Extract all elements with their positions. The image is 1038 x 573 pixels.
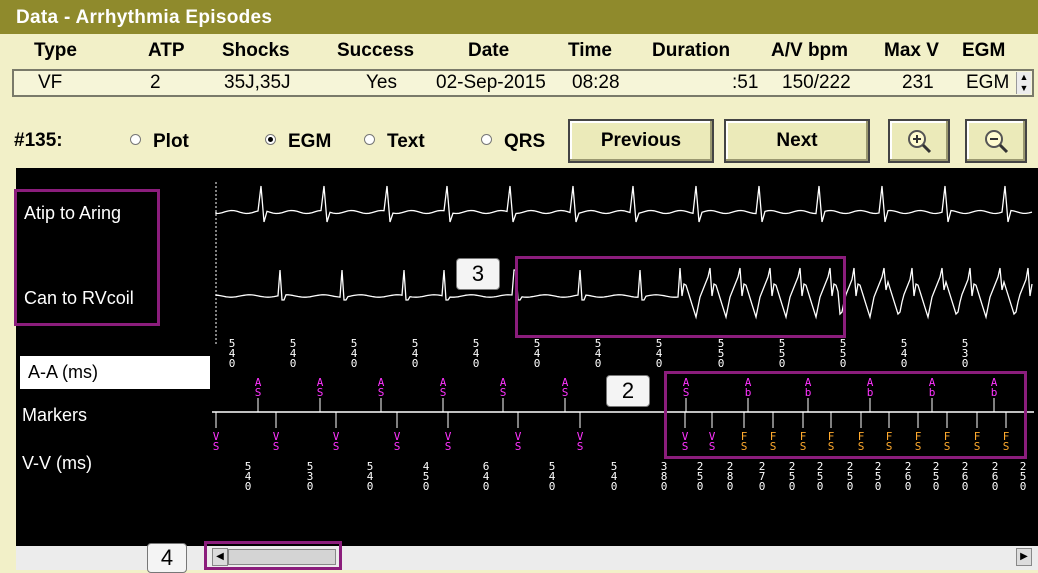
vv-interval-value: 250 [789,460,796,493]
vv-interval-value: 540 [367,460,374,493]
vv-interval-value: 250 [697,460,704,493]
aa-interval-value: 540 [534,337,541,370]
vv-interval-value: 540 [245,460,252,493]
vv-interval-value: 280 [727,460,734,493]
ventricular-marker: VS [577,430,584,453]
ventricular-marker: VS [273,430,280,453]
vf-onset-highlight [515,256,846,338]
aa-interval-value: 540 [901,337,908,370]
aa-interval-value: 540 [290,337,297,370]
vv-interval-value: 250 [933,460,940,493]
aa-interval-value: 540 [595,337,602,370]
callout-4: 4 [147,543,187,573]
aa-interval-value: 540 [656,337,663,370]
scrollbar-highlight [204,541,342,570]
ventricular-marker: VS [213,430,220,453]
vv-interval-value: 260 [905,460,912,493]
aa-interval-value: 540 [351,337,358,370]
aa-interval-value: 540 [473,337,480,370]
markers-label: Markers [22,405,88,425]
vv-interval-value: 540 [549,460,556,493]
atrial-marker: AS [440,376,447,399]
vv-interval-value: 260 [962,460,969,493]
vv-interval-value: 380 [661,460,668,493]
vv-interval-value: 250 [875,460,882,493]
atrial-marker: AS [378,376,385,399]
atrial-egm-trace [215,185,1033,223]
ventricular-marker: VS [515,430,522,453]
aa-interval-value: 550 [840,337,847,370]
callout-2: 2 [606,375,650,407]
aa-interval-value: 550 [779,337,786,370]
vv-interval-value: 250 [847,460,854,493]
channel-labels-highlight [14,189,160,326]
ventricular-marker: VS [394,430,401,453]
atrial-marker: AS [317,376,324,399]
vv-interval-value: 540 [611,460,618,493]
vv-interval-value: 640 [483,460,490,493]
scroll-right-icon[interactable]: ▶ [1016,548,1032,566]
vv-interval-value: 530 [307,460,314,493]
aa-interval-label: A-A (ms) [20,356,210,389]
vv-interval-value: 270 [759,460,766,493]
vv-interval-value: 250 [817,460,824,493]
atrial-marker: AS [500,376,507,399]
aa-interval-value: 530 [962,337,969,370]
vv-interval-label: V-V (ms) [22,453,92,473]
callout-3: 3 [456,258,500,290]
ventricular-marker: VS [445,430,452,453]
aa-interval-value: 540 [412,337,419,370]
vv-interval-value: 250 [1020,460,1027,493]
atrial-marker: AS [562,376,569,399]
aa-interval-value: 550 [718,337,725,370]
aa-interval-value: 540 [229,337,236,370]
vv-interval-value: 260 [992,460,999,493]
vv-interval-value: 450 [423,460,430,493]
ventricular-marker: VS [333,430,340,453]
atrial-marker: AS [255,376,262,399]
vf-markers-highlight [664,371,1027,459]
